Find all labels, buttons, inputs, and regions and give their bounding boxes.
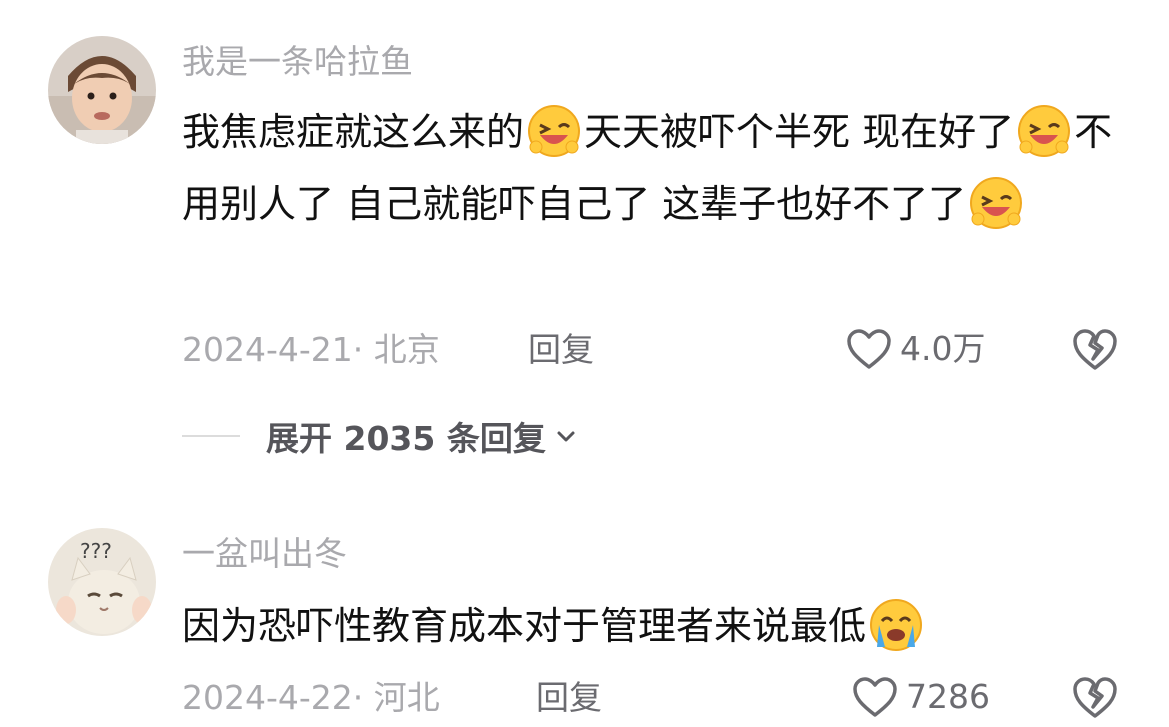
child-avatar-icon: [48, 36, 156, 144]
like-count: 7286: [906, 677, 990, 716]
dislike-button[interactable]: [1072, 674, 1118, 720]
comment-text-part: 天天被吓个半死 现在好了: [584, 110, 1015, 154]
divider-line: [182, 435, 240, 437]
heart-icon: [853, 677, 897, 717]
laughing-wink-emoji-icon: [1018, 104, 1071, 157]
expand-replies-label: 展开 2035 条回复: [266, 419, 546, 458]
comment-text: 我焦虑症就这么来的 天天被吓个半死 现在好了 不用别人了 自己就能吓自己了 这辈子也…: [182, 96, 1132, 240]
comment-list: 我是一条哈拉鱼 我焦虑症就这么来的 天天被吓个半死 现在好了 不用别人了 自己就能吓…: [0, 0, 1169, 727]
username[interactable]: 一盆叫出冬: [182, 534, 347, 574]
broken-heart-icon: [1073, 329, 1117, 370]
expand-replies-button[interactable]: 展开 2035 条回复: [182, 412, 578, 460]
cat-avatar-icon: ???: [48, 528, 156, 636]
comment-text-part: 因为恐吓性教育成本对于管理者来说最低: [182, 604, 867, 648]
comment-text: 因为恐吓性教育成本对于管理者来说最低: [182, 590, 1169, 662]
comment-date: 2024-4-21: [182, 330, 353, 369]
avatar[interactable]: ???: [48, 528, 156, 636]
comment-meta: 2024-4-21· 北京: [182, 330, 440, 369]
svg-text:???: ???: [80, 539, 112, 563]
comment-location: 河北: [373, 678, 440, 717]
comment-date: 2024-4-22: [182, 678, 353, 717]
broken-heart-icon: [1073, 677, 1117, 718]
comment-text-part: 我焦虑症就这么来的: [182, 110, 525, 154]
crying-emoji-icon: [870, 598, 923, 651]
heart-icon: [847, 329, 891, 369]
comment-location: 北京: [373, 330, 440, 369]
like-button[interactable]: 4.0万: [846, 328, 985, 370]
avatar[interactable]: [48, 36, 156, 144]
laughing-wink-emoji-icon: [970, 176, 1023, 229]
laughing-wink-emoji-icon: [528, 104, 581, 157]
username[interactable]: 我是一条哈拉鱼: [182, 42, 413, 82]
like-button[interactable]: 7286: [852, 676, 990, 718]
reply-button[interactable]: 回复: [536, 678, 602, 718]
reply-button[interactable]: 回复: [528, 330, 594, 370]
chevron-down-icon: [557, 431, 575, 442]
comment-meta: 2024-4-22· 河北: [182, 678, 440, 717]
like-count: 4.0万: [900, 329, 986, 368]
dislike-button[interactable]: [1072, 326, 1118, 372]
